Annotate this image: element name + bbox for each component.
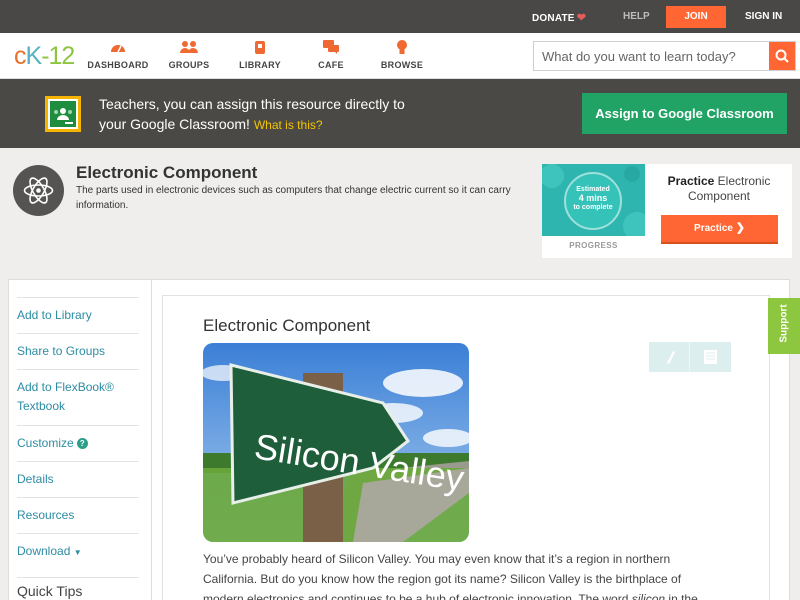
nav-library[interactable]: LIBRARY	[225, 40, 295, 70]
nav-cafe[interactable]: CAFE	[296, 40, 366, 70]
concept-title: Electronic Component	[76, 163, 258, 182]
notes-icon	[704, 350, 717, 364]
google-classroom-banner: Teachers, you can assign this resource d…	[0, 79, 800, 148]
nav-groups[interactable]: GROUPS	[154, 40, 224, 70]
classroom-line-1: Teachers, you can assign this resource d…	[99, 96, 405, 112]
cafe-chat-icon	[296, 40, 366, 56]
what-is-this-link[interactable]: What is this?	[254, 118, 323, 132]
support-label: Support	[778, 304, 790, 343]
estimated-mins: 4 mins	[578, 193, 608, 203]
progress-label: PROGRESS	[569, 241, 618, 250]
main-nav: cK-12 DASHBOARD GROUPS LIBRARY CAFE BROW…	[0, 33, 800, 79]
practice-button[interactable]: Practice ❯	[661, 215, 778, 244]
classroom-line-2: your Google Classroom!	[99, 116, 250, 132]
annotation-tools	[649, 342, 731, 372]
browse-lightbulb-icon	[367, 40, 437, 56]
groups-icon	[154, 40, 224, 56]
heart-icon: ❤	[576, 12, 587, 24]
logo-12: -12	[41, 42, 75, 70]
sidebar-details[interactable]: Details	[17, 461, 139, 497]
download-label: Download	[17, 544, 71, 558]
highlight-pen-button[interactable]	[649, 342, 690, 372]
nav-groups-label: GROUPS	[168, 60, 210, 70]
caret-down-icon: ▼	[73, 548, 82, 557]
quick-tips-heading: Quick Tips	[17, 577, 139, 599]
search-box	[533, 41, 796, 71]
logo-c: c	[14, 42, 26, 70]
dashboard-icon	[83, 40, 153, 56]
to-complete-label: to complete	[573, 204, 613, 211]
nav-browse-label: BROWSE	[380, 60, 424, 70]
help-question-icon[interactable]: ?	[76, 438, 88, 449]
content-frame: Add to Library Share to Groups Add to Fl…	[8, 279, 790, 600]
nav-dashboard[interactable]: DASHBOARD	[83, 40, 153, 70]
sidebar-customize[interactable]: Customize?	[17, 425, 139, 461]
paragraph-part-b: in the	[665, 592, 698, 600]
help-link[interactable]: HELP	[623, 11, 650, 22]
nav-cafe-label: CAFE	[318, 60, 344, 70]
article-title: Electronic Component	[203, 316, 371, 335]
search-input[interactable]	[534, 42, 770, 70]
concept-description: The parts used in electronic devices suc…	[76, 185, 511, 211]
practice-card: Estimated 4 mins to complete PROGRESS Prac…	[542, 164, 792, 258]
notes-button[interactable]	[690, 342, 731, 372]
article-paragraph: You’ve probably heard of Silicon Valley.…	[203, 549, 723, 600]
practice-button-label: Practice	[694, 223, 733, 234]
estimate-circle: Estimated 4 mins to complete	[564, 172, 622, 230]
paragraph-emphasis: silicon	[631, 592, 666, 600]
practice-progress-image: Estimated 4 mins to complete	[542, 164, 645, 236]
donate-label: DONATE	[532, 13, 575, 24]
sidebar: Add to Library Share to Groups Add to Fl…	[9, 280, 152, 600]
sidebar-add-to-library[interactable]: Add to Library	[17, 297, 139, 333]
paragraph-part-a: You’ve probably heard of Silicon Valley.…	[203, 552, 682, 600]
sign-in-link[interactable]: SIGN IN	[745, 11, 782, 22]
ck12-logo[interactable]: cK-12	[14, 42, 75, 71]
logo-k: K	[25, 42, 43, 70]
search-button[interactable]	[769, 42, 795, 70]
classroom-message: Teachers, you can assign this resource d…	[99, 94, 439, 135]
assign-to-google-classroom-button[interactable]: Assign to Google Classroom	[582, 93, 787, 134]
search-icon	[775, 49, 789, 63]
google-classroom-icon	[45, 96, 81, 132]
library-icon	[225, 40, 295, 56]
practice-title: Practice Electronic Component	[655, 174, 783, 204]
join-button[interactable]: JOIN	[666, 6, 726, 28]
nav-library-label: LIBRARY	[239, 60, 281, 70]
nav-browse[interactable]: BROWSE	[367, 40, 437, 70]
top-utility-bar: DONATE ❤ HELP JOIN SIGN IN	[0, 0, 800, 33]
practice-title-bold: Practice	[667, 174, 715, 188]
donate-link[interactable]: DONATE ❤	[532, 11, 586, 24]
atom-icon	[13, 165, 64, 216]
estimated-label: Estimated	[576, 186, 610, 193]
sidebar-resources[interactable]: Resources	[17, 497, 139, 533]
sidebar-add-to-flexbook[interactable]: Add to FlexBook® Textbook	[17, 369, 139, 425]
support-tab[interactable]: Support	[768, 298, 800, 354]
chevron-right-icon: ❯	[735, 222, 745, 234]
pen-icon	[667, 351, 675, 364]
customize-label: Customize	[17, 436, 74, 450]
article: Electronic Component Silicon Valley You’…	[162, 295, 770, 600]
sidebar-download[interactable]: Download ▼	[17, 533, 139, 577]
sidebar-share-to-groups[interactable]: Share to Groups	[17, 333, 139, 369]
nav-dashboard-label: DASHBOARD	[87, 60, 149, 70]
silicon-valley-sign-image: Silicon Valley	[203, 343, 469, 542]
